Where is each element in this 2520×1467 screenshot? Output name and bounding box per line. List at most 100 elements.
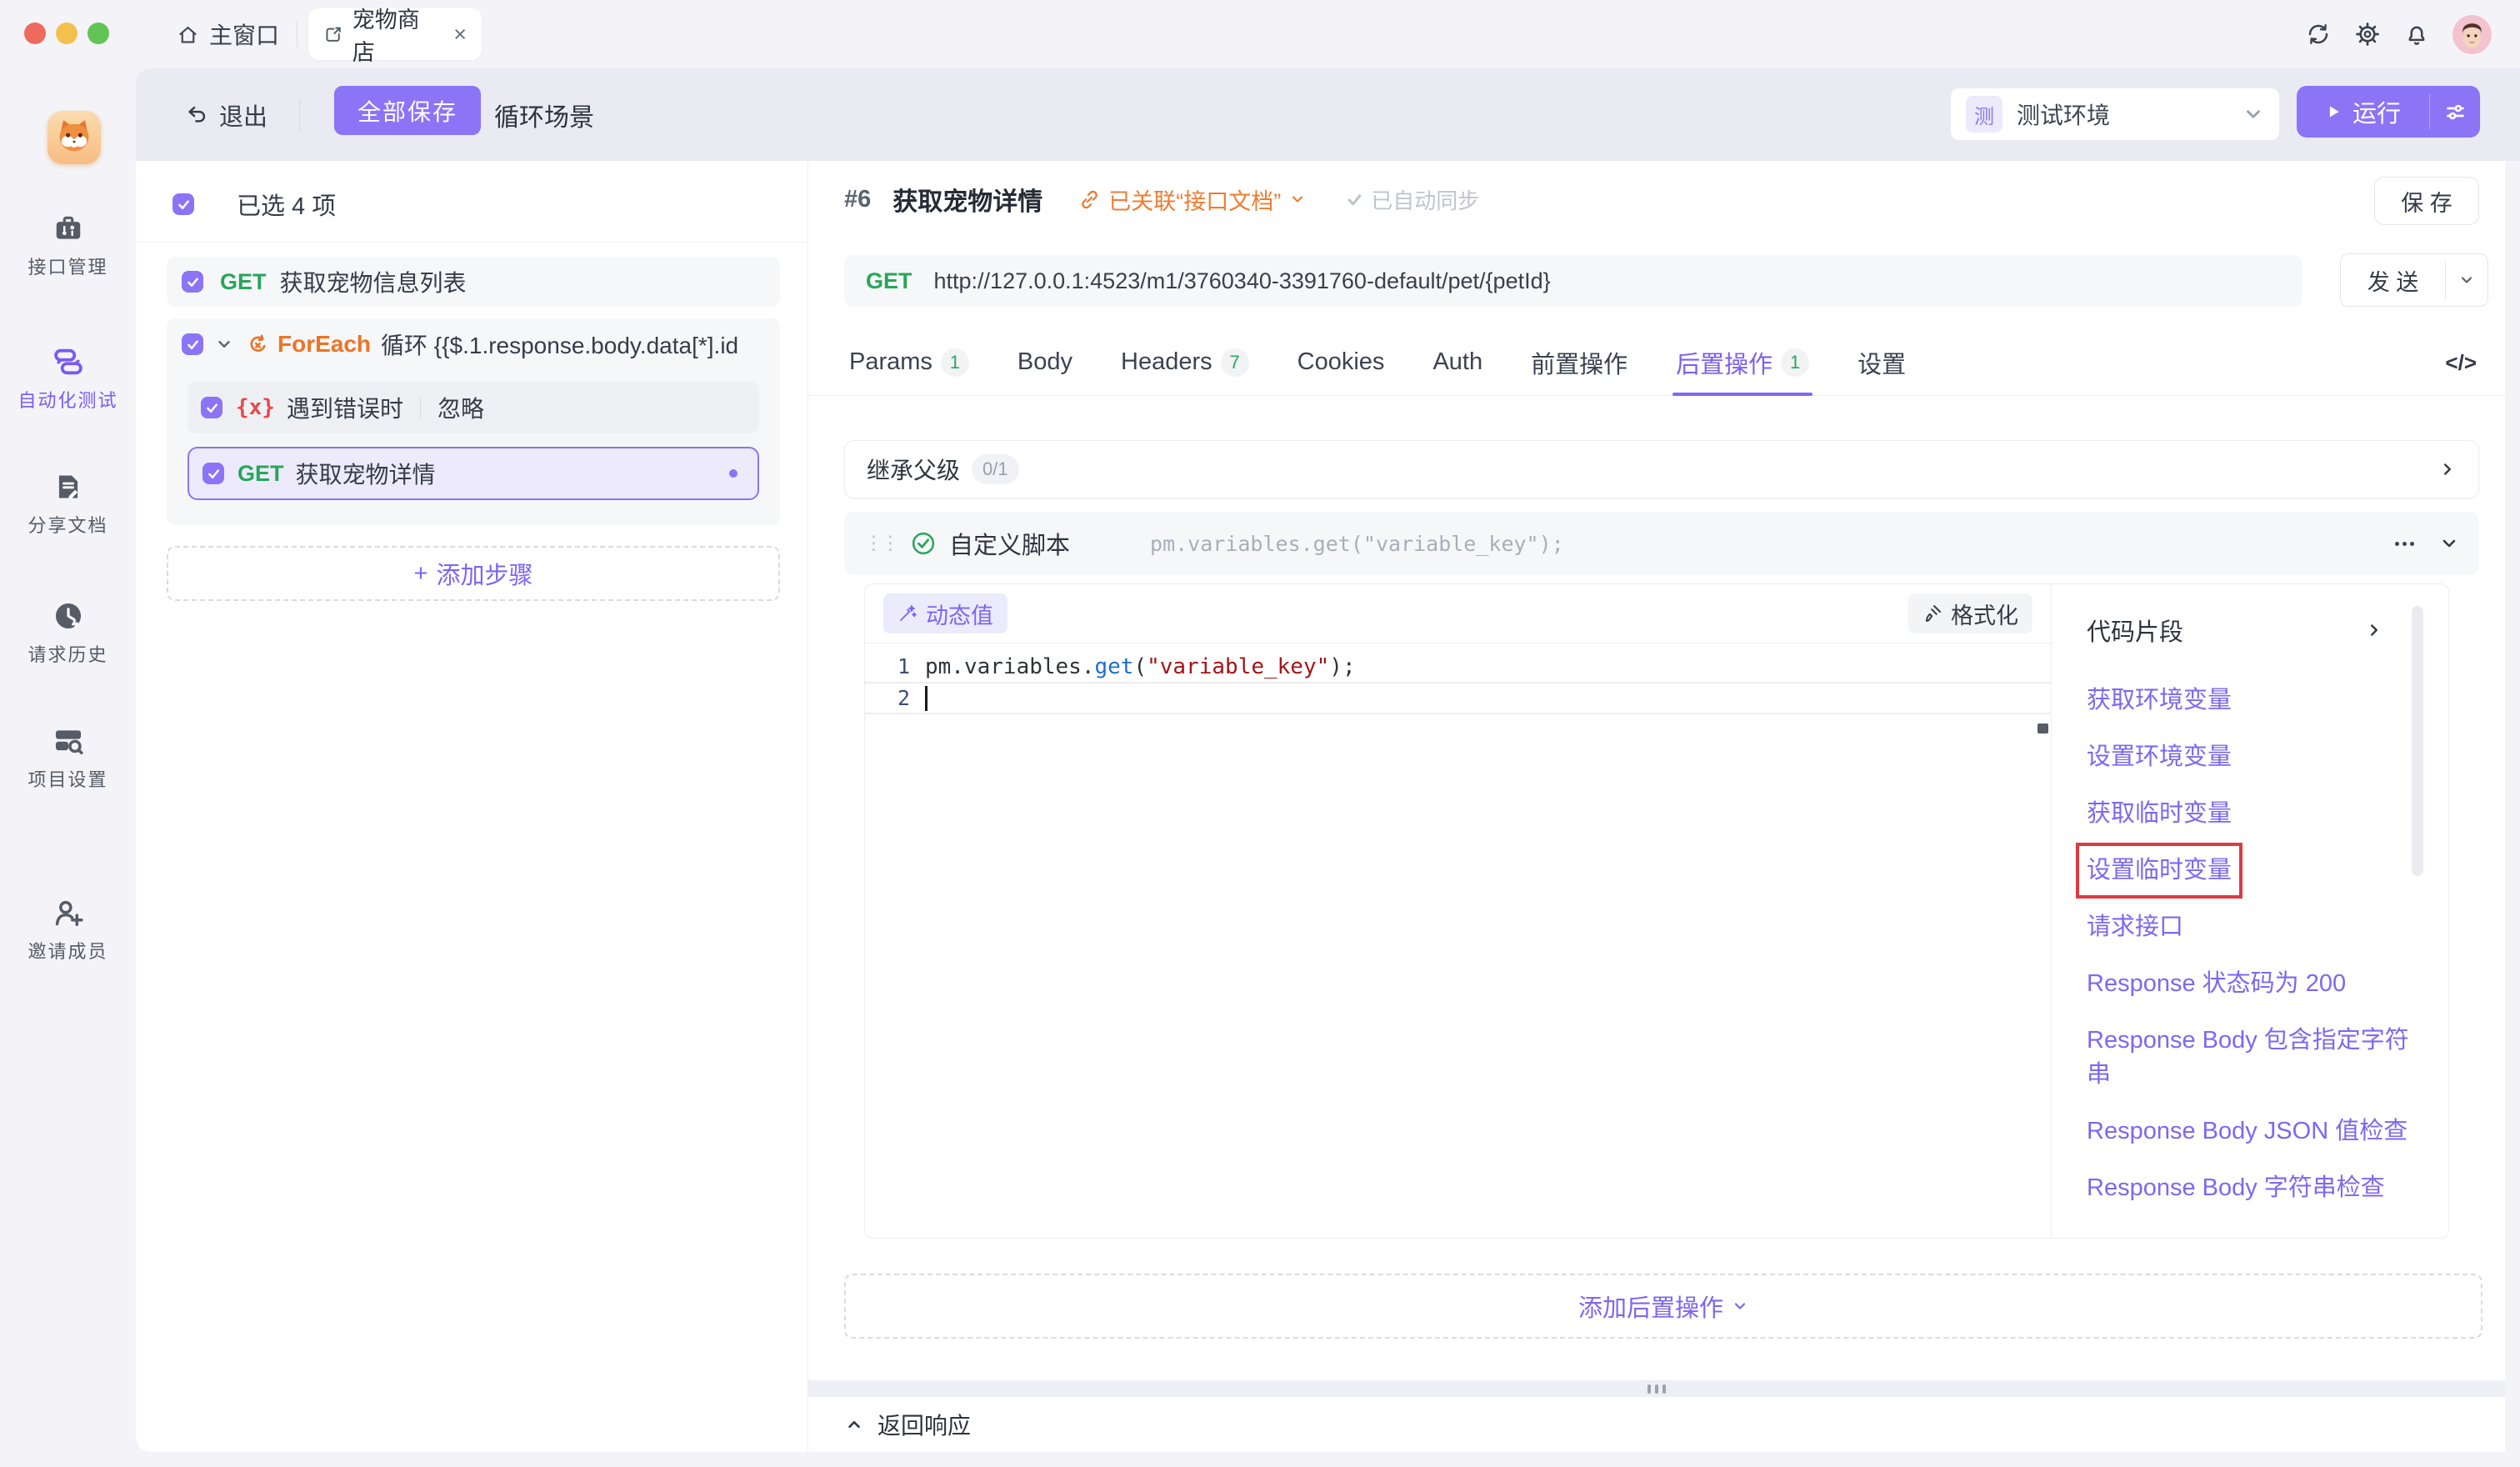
steps-divider	[136, 242, 808, 243]
save-all-button[interactable]: 全部保存	[334, 86, 481, 135]
code-area[interactable]: 1 pm.variables.get("variable_key"); 2	[865, 643, 2051, 1238]
add-post-operation-button[interactable]: 添加后置操作	[844, 1274, 2482, 1339]
code-editor[interactable]: 动态值 格式化 1 pm.variables.get("variable_key…	[865, 584, 2052, 1238]
send-options-button[interactable]	[2446, 254, 2488, 306]
snippet-set-env-var[interactable]: 设置环境变量	[2087, 740, 2412, 774]
step-checkbox[interactable]	[182, 271, 203, 293]
snippet-response-status-200[interactable]: Response 状态码为 200	[2087, 967, 2412, 1001]
bell-icon[interactable]	[2404, 22, 2429, 47]
code-line[interactable]: 1 pm.variables.get("variable_key");	[865, 651, 2051, 682]
custom-script-header[interactable]: ⋮⋮ 自定义脚本 pm.variables.get("variable_key"…	[844, 512, 2479, 575]
url-input[interactable]: http://127.0.0.1:4523/m1/3760340-3391760…	[934, 268, 1551, 294]
send-button[interactable]: 发 送	[2340, 253, 2488, 307]
tab-badge: 1	[941, 348, 969, 377]
step-foreach[interactable]: ForEach 循环 {{$.1.response.body.data[*].i…	[167, 318, 780, 525]
tab-pet-store[interactable]: 宠物商店 ×	[308, 8, 482, 60]
request-tabs: Params 1 Body Headers 7 Cookies Auth 前置操…	[808, 329, 2505, 396]
tab-auth[interactable]: Auth	[1432, 329, 1482, 395]
snippet-response-body-string-check[interactable]: Response Body 字符串检查	[2087, 1171, 2412, 1205]
exit-button[interactable]: 退出	[186, 68, 268, 161]
step-get-pet-list[interactable]: GET 获取宠物信息列表	[167, 257, 780, 307]
gear-icon[interactable]	[2354, 21, 2381, 48]
run-button[interactable]: 运行	[2297, 86, 2480, 138]
method-badge: GET	[220, 269, 267, 295]
tab-label: Cookies	[1298, 348, 1385, 376]
minimize-window-icon[interactable]	[56, 23, 78, 44]
sidebar-item-invite-members[interactable]: 邀请成员	[0, 897, 136, 964]
chevron-down-icon[interactable]	[215, 335, 233, 353]
snippet-response-body-json-check[interactable]: Response Body JSON 值检查	[2087, 1114, 2412, 1149]
run-main[interactable]: 运行	[2297, 86, 2429, 138]
code-view-icon[interactable]: </>	[2445, 329, 2477, 396]
tab-settings[interactable]: 设置	[1858, 329, 1906, 395]
traffic-lights[interactable]	[24, 23, 109, 44]
chevron-right-icon[interactable]	[2365, 621, 2383, 639]
editor-toolbar: 动态值 格式化	[865, 584, 2051, 643]
sidebar-item-request-history[interactable]: 请求历史	[0, 600, 136, 667]
foreach-expression: 循环 {{$.1.response.body.data[*].id	[381, 328, 738, 361]
step-checkbox[interactable]	[201, 397, 222, 418]
code-line-active[interactable]: 2	[865, 682, 2051, 714]
flow-icon	[52, 346, 84, 378]
sync-icon[interactable]	[2306, 22, 2331, 47]
snippet-request-api[interactable]: 请求接口	[2087, 910, 2412, 944]
step-get-pet-detail[interactable]: GET 获取宠物详情	[188, 447, 759, 500]
tab-body[interactable]: Body	[1018, 329, 1072, 395]
environment-select[interactable]: 测 测试环境	[1951, 88, 2279, 140]
snippet-response-body-contains[interactable]: Response Body 包含指定字符串	[2087, 1024, 2412, 1092]
more-actions-icon[interactable]	[2395, 542, 2414, 546]
tab-main-window[interactable]: 主窗口	[177, 16, 279, 53]
tab-label: Headers	[1121, 348, 1212, 376]
response-collapse-bar[interactable]: 返回响应	[808, 1397, 2505, 1452]
snippet-set-temp-var[interactable]: 设置临时变量	[2087, 854, 2412, 888]
snippets-title: 代码片段	[2087, 613, 2183, 648]
linked-doc-label: 已关联“接口文档”	[1108, 183, 1281, 216]
sidebar-item-api-management[interactable]: 接口管理	[0, 213, 136, 279]
linked-doc-dropdown[interactable]: 已关联“接口文档”	[1079, 183, 1306, 216]
select-all-checkbox[interactable]	[172, 193, 194, 215]
tab-badge: 1	[1781, 348, 1809, 377]
drag-handle-icon[interactable]: ⋮⋮	[864, 533, 898, 554]
send-label[interactable]: 发 送	[2341, 254, 2445, 306]
invite-person-icon	[52, 897, 84, 929]
script-preview: pm.variables.get("variable_key");	[1150, 532, 2395, 556]
sidebar-item-project-settings[interactable]: 项目设置	[0, 725, 136, 792]
step-checkbox[interactable]	[182, 333, 203, 355]
save-button[interactable]: 保 存	[2374, 177, 2479, 225]
method-badge: GET	[238, 461, 284, 487]
foreach-header[interactable]: ForEach 循环 {{$.1.response.body.data[*].i…	[167, 318, 780, 370]
unsaved-dot	[729, 469, 738, 478]
dynamic-value-button[interactable]: 动态值	[883, 593, 1008, 633]
tab-cookies[interactable]: Cookies	[1298, 329, 1385, 395]
collapse-chevron-icon[interactable]	[2439, 533, 2459, 553]
tab-headers[interactable]: Headers 7	[1121, 329, 1249, 395]
request-header: #6 获取宠物详情 已关联“接口文档” 已自动同步	[844, 161, 1479, 238]
avatar[interactable]	[2452, 15, 2492, 54]
method-select[interactable]: GET	[866, 268, 912, 294]
zoom-window-icon[interactable]	[88, 23, 109, 44]
resize-gutter[interactable]	[808, 1380, 2505, 1397]
close-tab-icon[interactable]: ×	[453, 23, 467, 46]
chevron-down-icon	[1732, 1298, 1748, 1314]
sidebar-item-share-docs[interactable]: 分享文档	[0, 471, 136, 538]
auto-sync-label: 已自动同步	[1371, 184, 1479, 215]
enabled-check-icon[interactable]	[911, 531, 936, 556]
tab-params[interactable]: Params 1	[849, 329, 969, 395]
inherit-parent-card[interactable]: 继承父级 0/1	[844, 440, 2479, 498]
snippet-get-env-var[interactable]: 获取环境变量	[2087, 683, 2412, 718]
project-logo[interactable]	[48, 111, 101, 164]
tab-post-operations[interactable]: 后置操作 1	[1676, 329, 1809, 395]
step-checkbox[interactable]	[202, 463, 224, 484]
close-window-icon[interactable]	[24, 23, 46, 44]
add-step-button[interactable]: + 添加步骤	[167, 546, 780, 601]
sidebar-item-auto-test[interactable]: 自动化测试	[0, 346, 136, 413]
tab-main-window-label: 主窗口	[209, 18, 279, 51]
step-on-error[interactable]: {x} 遇到错误时 忽略	[188, 382, 759, 433]
tab-pre-operations[interactable]: 前置操作	[1531, 329, 1628, 395]
url-bar[interactable]: GET http://127.0.0.1:4523/m1/3760340-339…	[844, 255, 2302, 307]
run-settings-button[interactable]	[2430, 86, 2480, 138]
snippet-get-temp-var[interactable]: 获取临时变量	[2087, 797, 2412, 831]
format-button[interactable]: 格式化	[1908, 593, 2032, 633]
scrollbar-thumb[interactable]	[2412, 606, 2423, 876]
highlight-annotation[interactable]: 设置临时变量	[2087, 854, 2232, 888]
